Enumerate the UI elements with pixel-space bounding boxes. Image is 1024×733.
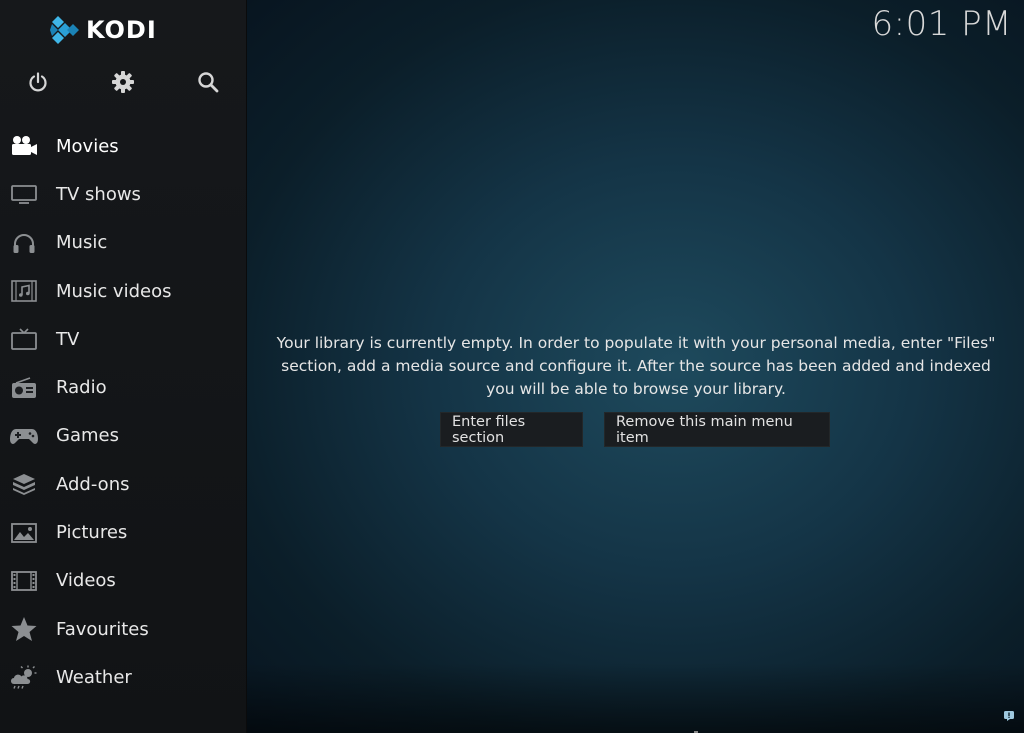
kodi-logo-icon xyxy=(50,16,79,44)
kodi-app: KODI Movies TV shows Music Music videos … xyxy=(0,0,1024,733)
film-strip-icon xyxy=(9,568,39,594)
menu-item-radio[interactable]: Radio xyxy=(0,363,246,411)
monitor-icon xyxy=(9,181,39,207)
sidebar: KODI Movies TV shows Music Music videos … xyxy=(0,0,247,733)
menu-item-label: Pictures xyxy=(56,522,128,544)
menu-item-label: TV shows xyxy=(56,183,141,205)
settings-button[interactable] xyxy=(107,66,139,98)
headphones-icon xyxy=(9,230,39,256)
power-icon xyxy=(29,72,47,92)
menu-item-weather[interactable]: Weather xyxy=(0,653,246,701)
top-icon-bar xyxy=(0,66,246,98)
search-button[interactable] xyxy=(192,66,224,98)
search-icon xyxy=(198,72,219,93)
main-menu: Movies TV shows Music Music videos TV Ra… xyxy=(0,122,246,702)
menu-item-add-ons[interactable]: Add-ons xyxy=(0,460,246,508)
menu-item-pictures[interactable]: Pictures xyxy=(0,508,246,556)
weather-icon xyxy=(9,664,39,690)
bottom-shade xyxy=(247,663,1024,733)
power-button[interactable] xyxy=(22,66,54,98)
radio-icon xyxy=(9,375,39,401)
menu-item-videos[interactable]: Videos xyxy=(0,557,246,605)
remove-menu-item-button[interactable]: Remove this main menu item xyxy=(604,412,830,447)
logo-text: KODI xyxy=(86,16,157,44)
kodi-logo: KODI xyxy=(50,12,157,48)
menu-item-favourites[interactable]: Favourites xyxy=(0,605,246,653)
picture-icon xyxy=(9,520,39,546)
menu-item-tv-shows[interactable]: TV shows xyxy=(0,170,246,218)
notification-icon[interactable] xyxy=(1004,711,1014,721)
empty-library-message: Your library is currently empty. In orde… xyxy=(276,334,996,398)
tv-icon xyxy=(9,326,39,352)
menu-item-label: Videos xyxy=(56,570,116,592)
box-icon xyxy=(9,471,39,497)
menu-item-label: Music xyxy=(56,232,108,254)
menu-item-tv[interactable]: TV xyxy=(0,315,246,363)
gamepad-icon xyxy=(9,423,39,449)
menu-item-label: Radio xyxy=(56,377,107,399)
menu-item-label: Music videos xyxy=(56,280,172,302)
music-video-icon xyxy=(9,278,39,304)
menu-item-movies[interactable]: Movies xyxy=(0,122,246,170)
menu-item-label: Movies xyxy=(56,135,119,157)
movie-camera-icon xyxy=(9,133,39,159)
action-buttons: Enter files section Remove this main men… xyxy=(440,412,830,447)
menu-item-music[interactable]: Music xyxy=(0,219,246,267)
gear-icon xyxy=(112,71,134,93)
menu-item-label: Weather xyxy=(56,666,132,688)
menu-item-label: Favourites xyxy=(56,618,149,640)
menu-item-label: Add-ons xyxy=(56,473,130,495)
menu-item-music-videos[interactable]: Music videos xyxy=(0,267,246,315)
menu-item-label: Games xyxy=(56,425,119,447)
menu-item-games[interactable]: Games xyxy=(0,412,246,460)
star-icon xyxy=(9,616,39,642)
clock: 6:01 PM xyxy=(871,4,1012,44)
enter-files-section-button[interactable]: Enter files section xyxy=(440,412,583,447)
menu-item-label: TV xyxy=(56,328,80,350)
